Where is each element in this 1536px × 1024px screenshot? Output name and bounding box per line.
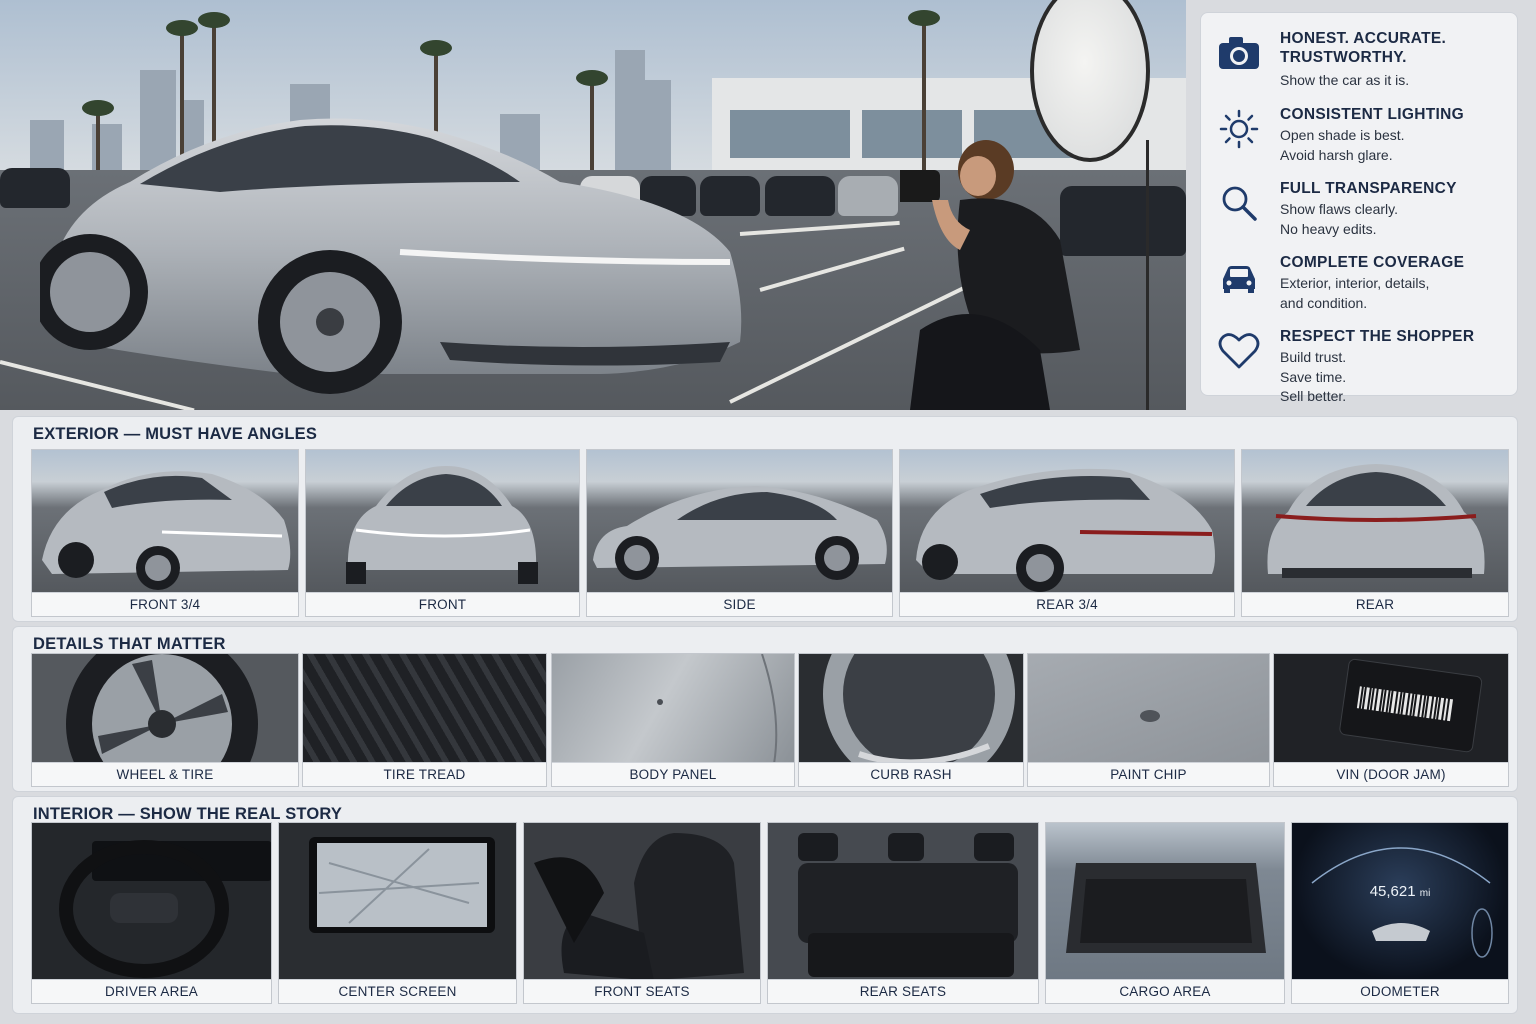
principle-honest: HONEST. ACCURATE. TRUSTWORTHY. Show the … (1215, 29, 1505, 109)
car-icon (1223, 266, 1255, 293)
tile-front-three-quarter[interactable]: FRONT 3/4 (31, 449, 299, 617)
tile-caption: FRONT SEATS (524, 979, 760, 1003)
photographer (900, 140, 1080, 410)
tile-caption: ODOMETER (1292, 979, 1508, 1003)
photo (552, 654, 794, 764)
sun-icon (1219, 109, 1259, 149)
building-window (730, 110, 850, 158)
photo (306, 450, 579, 594)
hero-car (40, 118, 742, 394)
tile-caption: REAR 3/4 (900, 592, 1234, 616)
principle-title: CONSISTENT LIGHTING (1280, 106, 1464, 123)
principle-title: FULL TRANSPARENCY (1280, 180, 1457, 197)
tile-caption: VIN (DOOR JAM) (1274, 762, 1508, 786)
photo (799, 654, 1023, 764)
tile-caption: BODY PANEL (552, 762, 794, 786)
photo (279, 823, 516, 981)
tile-curb-rash[interactable]: CURB RASH (798, 653, 1024, 787)
photo (1242, 450, 1508, 594)
magnifier-icon (1222, 186, 1257, 221)
principle-desc: Show flaws clearly. No heavy edits. (1280, 201, 1399, 237)
section-title: DETAILS THAT MATTER (33, 635, 226, 653)
principle-lighting: CONSISTENT LIGHTING Open shade is best. A… (1215, 105, 1505, 175)
tile-rear-seats[interactable]: REAR SEATS (767, 822, 1039, 1004)
section-title: EXTERIOR — MUST HAVE ANGLES (33, 425, 318, 443)
photo (32, 654, 298, 764)
tile-rear[interactable]: REAR (1241, 449, 1509, 617)
photo (303, 654, 546, 764)
reflector-stand (1146, 140, 1149, 410)
photo (32, 450, 298, 594)
tile-caption: SIDE (587, 592, 892, 616)
tile-cargo-area[interactable]: CARGO AREA (1045, 822, 1285, 1004)
photo (1028, 654, 1269, 764)
tile-caption: WHEEL & TIRE (32, 762, 298, 786)
tile-caption: CURB RASH (799, 762, 1023, 786)
odometer-display: 45,621 mi (1292, 883, 1508, 900)
principle-transparency: FULL TRANSPARENCY Show flaws clearly. No … (1215, 179, 1505, 249)
exterior-section: EXTERIOR — MUST HAVE ANGLES FRONT 3/4 FR… (12, 416, 1518, 622)
photo (587, 450, 892, 594)
odometer-unit: mi (1419, 888, 1431, 899)
parked-car (765, 176, 835, 216)
principle-title: COMPLETE COVERAGE (1280, 254, 1465, 271)
tile-side[interactable]: SIDE (586, 449, 893, 617)
tile-tire-tread[interactable]: TIRE TREAD (302, 653, 547, 787)
heart-icon (1218, 333, 1260, 369)
tile-center-screen[interactable]: CENTER SCREEN (278, 822, 517, 1004)
principle-desc: Build trust. Save time. Sell better. (1280, 349, 1347, 404)
parking-stripe (739, 220, 900, 236)
photo (1274, 654, 1508, 764)
photo (524, 823, 760, 981)
tile-caption: FRONT 3/4 (32, 592, 298, 616)
tile-caption: TIRE TREAD (303, 762, 546, 786)
camera-icon (1219, 37, 1259, 69)
principles-panel: HONEST. ACCURATE. TRUSTWORTHY. Show the … (1200, 12, 1518, 404)
tile-paint-chip[interactable]: PAINT CHIP (1027, 653, 1270, 787)
tile-caption: PAINT CHIP (1028, 762, 1269, 786)
hero-photo (0, 0, 1186, 410)
tile-caption: REAR SEATS (768, 979, 1038, 1003)
parked-car (838, 176, 898, 216)
photo (1046, 823, 1284, 981)
principle-coverage: COMPLETE COVERAGE Exterior, interior, de… (1215, 253, 1505, 323)
principle-title: RESPECT THE SHOPPER (1280, 328, 1475, 345)
principle-desc: Open shade is best. Avoid harsh glare. (1280, 127, 1405, 163)
tile-caption: DRIVER AREA (32, 979, 271, 1003)
principle-respect: RESPECT THE SHOPPER Build trust. Save tim… (1215, 327, 1505, 404)
tile-caption: REAR (1242, 592, 1508, 616)
principle-desc: Exterior, interior, details, and conditio… (1280, 275, 1430, 311)
tile-caption: CENTER SCREEN (279, 979, 516, 1003)
tile-front-seats[interactable]: FRONT SEATS (523, 822, 761, 1004)
photo (768, 823, 1038, 981)
tile-odometer[interactable]: 45,621 mi ODOMETER (1291, 822, 1509, 1004)
photo (32, 823, 271, 981)
odometer-value: 45,621 (1369, 883, 1416, 900)
tile-vin-door-jam[interactable]: VIN (DOOR JAM) (1273, 653, 1509, 787)
tile-wheel-and-tire[interactable]: WHEEL & TIRE (31, 653, 299, 787)
parking-stripe (759, 246, 905, 292)
principle-title: HONEST. ACCURATE. TRUSTWORTHY. (1280, 30, 1447, 66)
interior-section: INTERIOR — SHOW THE REAL STORY DRIVER AR… (12, 796, 1518, 1014)
photo: 45,621 mi (1292, 823, 1508, 981)
tile-driver-area[interactable]: DRIVER AREA (31, 822, 272, 1004)
tile-caption: FRONT (306, 592, 579, 616)
tile-body-panel[interactable]: BODY PANEL (551, 653, 795, 787)
photo (900, 450, 1234, 594)
principle-desc: Show the car as it is. (1280, 72, 1410, 88)
camera (900, 170, 940, 202)
tile-front[interactable]: FRONT (305, 449, 580, 617)
tile-rear-three-quarter[interactable]: REAR 3/4 (899, 449, 1235, 617)
details-section: DETAILS THAT MATTER WHEEL & TIRE TIRE TR… (12, 626, 1518, 792)
tile-caption: CARGO AREA (1046, 979, 1284, 1003)
